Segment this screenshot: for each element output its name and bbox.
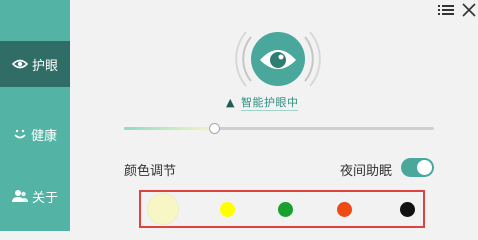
swatch-yellow[interactable] [219,201,235,217]
menu-icon [438,2,454,21]
users-icon [11,189,28,203]
sidebar: 护眼 健康 关于 [0,0,70,231]
eye-icon [11,58,28,70]
menu-button[interactable] [438,2,454,21]
brightness-slider[interactable] [124,123,434,134]
night-mode-toggle[interactable] [401,158,434,177]
close-button[interactable] [462,2,476,21]
slider-thumb[interactable] [208,123,220,134]
eye-care-logo [228,20,328,94]
color-adjust-label: 颜色调节 [124,164,177,179]
color-swatch-group [139,190,425,228]
swatch-green[interactable] [277,201,293,217]
sidebar-item-label: 健康 [30,128,57,144]
eye-care-status: ▲ 智能护眼中 [226,94,346,111]
sidebar-item-label: 护眼 [31,58,58,74]
sidebar-item-eye-care[interactable]: 护眼 [0,41,70,87]
sidebar-item-about[interactable]: 关于 [0,173,70,219]
swatch-black[interactable] [399,201,415,217]
sidebar-item-label: 关于 [31,190,58,206]
swatch-pale-yellow[interactable] [148,194,178,224]
smile-icon [13,128,27,140]
status-text: 智能护眼中 [240,96,299,111]
close-icon [462,2,476,21]
night-mode-label: 夜间助眠 [340,164,393,179]
status-marker: ▲ [226,96,235,109]
slider-fill [124,127,214,130]
toggle-knob [417,160,432,175]
eye-logo-icon [235,31,321,87]
swatch-orange[interactable] [336,201,352,217]
sidebar-item-health[interactable]: 健康 [0,111,70,157]
